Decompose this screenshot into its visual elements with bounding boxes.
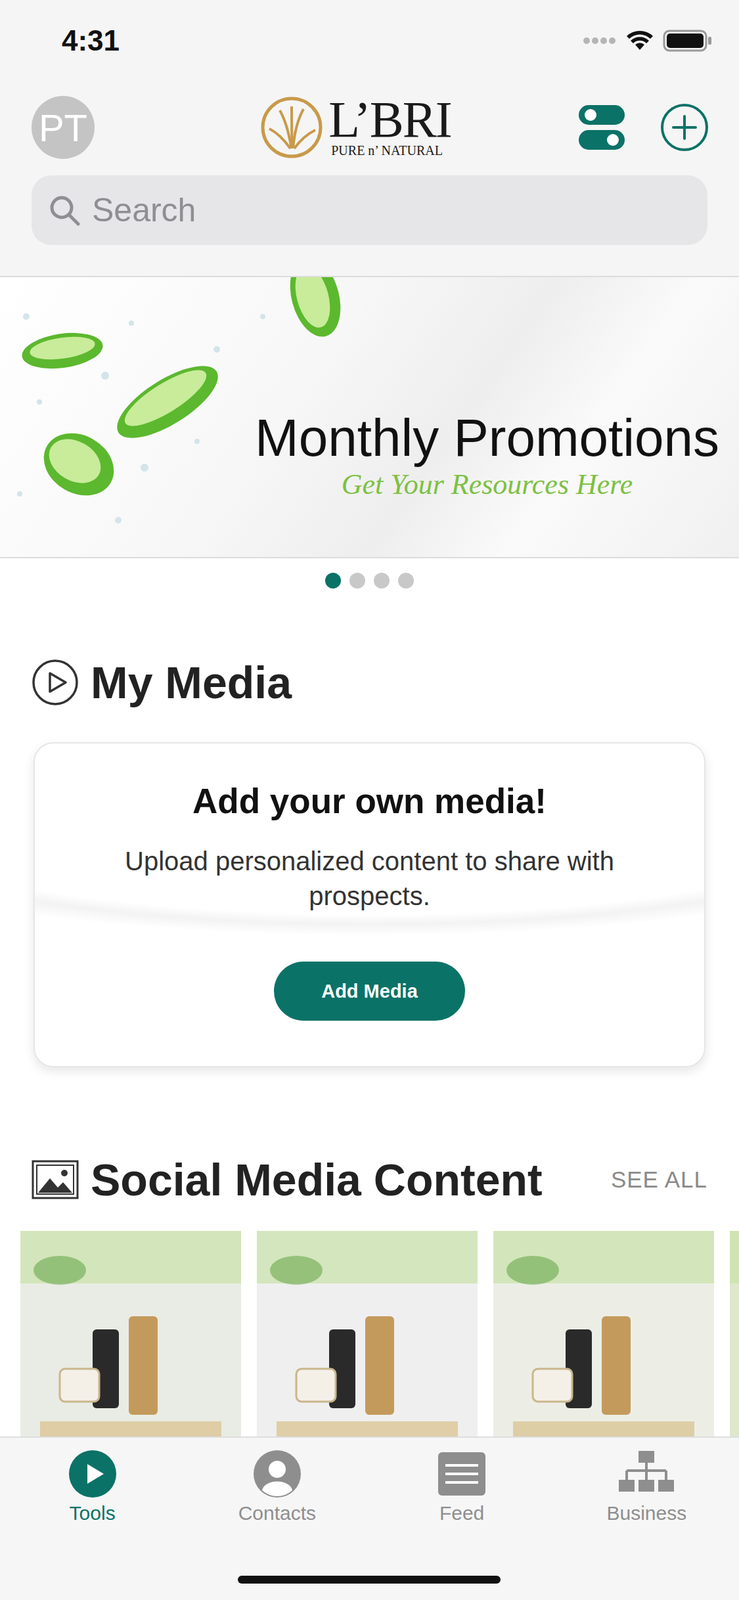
page-dot[interactable] [325,572,341,589]
promo-banner[interactable]: Monthly PromotionsGet Your Resources Her… [0,275,739,559]
social-header: Social Media Content SEE ALL [0,1152,739,1208]
image-icon [31,1160,79,1200]
add-media-button[interactable]: Add Media [273,961,466,1021]
search-bar[interactable] [31,175,708,246]
tab[interactable]: Contacts [184,1437,370,1525]
page-dot[interactable] [349,572,366,589]
tab-label: Contacts [238,1502,316,1525]
profile-avatar[interactable]: PT [31,95,95,159]
top-area: 4:31 PT L’BRIPURE n’ NATURAL [0,0,739,276]
add-icon[interactable] [660,103,709,152]
section-title: My Media [90,656,708,709]
logo-name: L’BRI [328,96,452,143]
tab[interactable]: Tools [0,1437,185,1525]
search-icon [47,193,82,228]
tab[interactable]: Business [554,1437,739,1525]
search-input[interactable] [90,190,692,230]
brand-logo: L’BRIPURE n’ NATURAL [260,95,452,159]
battery-icon [662,29,713,52]
page-indicator [0,558,739,603]
play-circle-icon [31,658,79,707]
tab-label: Business [606,1502,688,1525]
tools-content: Monthly PromotionsGet Your Resources Her… [0,275,739,1437]
toggle-icon[interactable] [577,103,627,152]
page-dot[interactable] [373,572,390,589]
card-title: Add your own media! [192,781,547,822]
org-chart-icon [618,1449,674,1499]
clock: 4:31 [61,24,120,58]
page-dot[interactable] [398,572,414,589]
social-thumbnail[interactable] [493,1231,715,1437]
banner-subtitle: Get Your Resources Here [341,467,634,502]
see-all-link[interactable]: SEE ALL [610,1166,708,1193]
status-bar: 4:31 [0,0,739,82]
banner-text: Monthly PromotionsGet Your Resources Her… [254,408,720,502]
aloe-emblem-icon [260,95,324,159]
play-icon [68,1449,117,1499]
card-text: Upload personalized content to share wit… [107,844,633,914]
feed-icon [437,1449,487,1499]
banner-title: Monthly Promotions [254,408,720,468]
app-header: PT L’BRIPURE n’ NATURAL [0,81,739,174]
tab-label: Tools [69,1502,116,1525]
logo-tagline: PURE n’ NATURAL [328,142,443,159]
add-media-card: Add your own media! Upload personalized c… [33,742,706,1068]
social-thumbnail[interactable] [729,1231,739,1437]
tab-label: Feed [439,1502,485,1525]
wifi-icon [626,30,654,52]
home-indicator[interactable] [237,1575,501,1584]
social-thumbnail[interactable] [20,1231,242,1437]
section-title: Social Media Content [90,1154,600,1206]
tab[interactable]: Feed [369,1437,555,1525]
social-thumbnail[interactable] [256,1231,478,1437]
header-actions [577,103,709,152]
signal-icon [582,36,617,46]
social-thumbnails [0,1231,739,1437]
status-icons [582,29,713,52]
logo-text: L’BRIPURE n’ NATURAL [328,96,452,159]
my-media-header: My Media [0,654,739,711]
person-icon [252,1449,302,1499]
